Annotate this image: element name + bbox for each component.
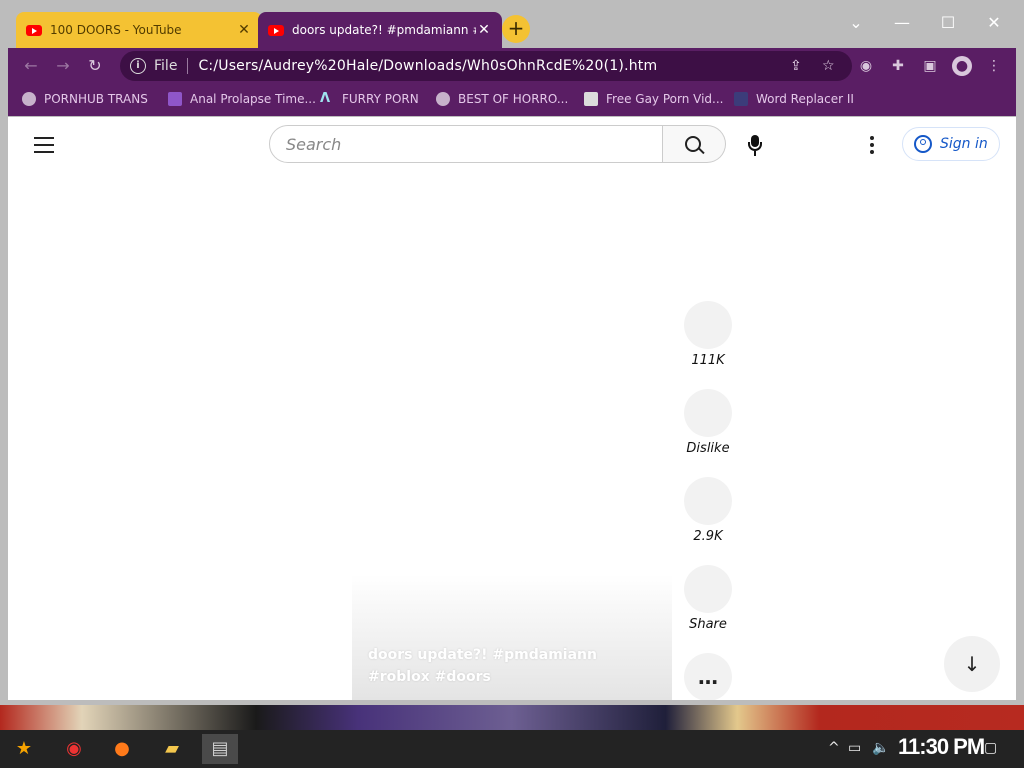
start-button[interactable]: ★ bbox=[6, 734, 42, 764]
account-icon bbox=[914, 135, 932, 153]
microphone-icon[interactable] bbox=[746, 135, 764, 157]
lambda-icon: Λ bbox=[320, 91, 331, 106]
next-video-button[interactable]: ↓ bbox=[944, 636, 1000, 692]
bookmark-label: PORNHUB TRANS bbox=[44, 92, 148, 106]
comment-icon bbox=[684, 477, 732, 525]
file-explorer-icon[interactable]: ▰ bbox=[154, 734, 190, 764]
bookmark-item[interactable]: Anal Prolapse Time... bbox=[168, 92, 316, 106]
notifications-icon[interactable]: ▢ bbox=[984, 740, 997, 756]
close-tab-icon[interactable]: ✕ bbox=[236, 22, 252, 38]
toolbar: ← → ↻ i File C:/Users/Audrey%20Hale/Down… bbox=[8, 48, 1016, 84]
shorts-video-player[interactable]: doors update?! #pmdamiann #roblox #doors bbox=[352, 197, 672, 700]
tab-title: doors update?! #pmdamiann #r bbox=[292, 23, 476, 37]
dislike-icon bbox=[684, 389, 732, 437]
browser-window: 100 DOORS - YouTube ✕ doors update?! #pm… bbox=[0, 0, 1024, 705]
share-icon bbox=[684, 565, 732, 613]
globe-icon bbox=[436, 92, 450, 106]
search-input[interactable]: Search bbox=[269, 125, 663, 163]
close-window-button[interactable]: ✕ bbox=[984, 13, 1004, 32]
settings-menu-icon[interactable] bbox=[870, 136, 874, 157]
more-actions-button[interactable]: … bbox=[684, 653, 732, 700]
bookmark-label: FURRY PORN bbox=[342, 92, 419, 106]
youtube-page: Search Sign in doors update?! #pmdamiann… bbox=[8, 117, 1016, 700]
minimize-button[interactable]: — bbox=[892, 13, 912, 32]
tab-title: 100 DOORS - YouTube bbox=[50, 23, 182, 37]
dislike-button[interactable]: Dislike bbox=[684, 389, 732, 456]
like-button[interactable]: 111K bbox=[684, 301, 732, 368]
profile-icon[interactable]: ● bbox=[952, 56, 972, 76]
menu-icon[interactable]: ⋮ bbox=[984, 56, 1004, 76]
bookmark-item[interactable]: BEST OF HORRO... bbox=[436, 92, 568, 106]
youtube-icon bbox=[26, 24, 42, 36]
maximize-button[interactable]: ☐ bbox=[938, 13, 958, 32]
comment-count: 2.9K bbox=[693, 529, 723, 544]
forward-button[interactable]: → bbox=[52, 55, 74, 77]
arrow-down-icon: ↓ bbox=[963, 652, 981, 676]
new-tab-button[interactable]: + bbox=[502, 15, 530, 43]
bookmark-item[interactable]: Free Gay Porn Vid... bbox=[584, 92, 723, 106]
firefox-icon[interactable]: ● bbox=[104, 734, 140, 764]
system-clock[interactable]: 11:30 PM bbox=[898, 734, 985, 760]
search-icon bbox=[685, 136, 701, 152]
tab-strip: 100 DOORS - YouTube ✕ doors update?! #pm… bbox=[8, 8, 1016, 48]
tab-100-doors[interactable]: 100 DOORS - YouTube ✕ bbox=[16, 12, 262, 48]
bookmark-item[interactable]: Λ FURRY PORN bbox=[320, 91, 419, 107]
info-icon[interactable]: i bbox=[130, 58, 146, 74]
scheme-label: File bbox=[154, 58, 178, 74]
more-icon: … bbox=[684, 653, 732, 700]
side-panel-icon[interactable]: ▣ bbox=[920, 56, 940, 76]
tab-search-chevron-icon[interactable]: ⌄ bbox=[846, 13, 866, 32]
comments-button[interactable]: 2.9K bbox=[684, 477, 732, 544]
video-caption: doors update?! #pmdamiann #roblox #doors bbox=[368, 647, 597, 685]
like-icon bbox=[684, 301, 732, 349]
tab-doors-update[interactable]: doors update?! #pmdamiann #r ✕ bbox=[258, 12, 502, 48]
url-text[interactable]: C:/Users/Audrey%20Hale/Downloads/Wh0sOhn… bbox=[198, 58, 657, 74]
like-count: 111K bbox=[691, 353, 725, 368]
bookmark-label: Anal Prolapse Time... bbox=[190, 92, 316, 106]
network-icon[interactable]: ▭ bbox=[848, 740, 861, 756]
chrome-icon[interactable]: ◉ bbox=[56, 734, 92, 764]
close-tab-icon[interactable]: ✕ bbox=[476, 22, 492, 38]
bookmark-label: Word Replacer II bbox=[756, 92, 854, 106]
bookmark-item[interactable]: PORNHUB TRANS bbox=[22, 92, 148, 106]
extension-icon bbox=[734, 92, 748, 106]
address-bar[interactable]: i File C:/Users/Audrey%20Hale/Downloads/… bbox=[120, 51, 852, 81]
share-button[interactable]: Share bbox=[684, 565, 732, 632]
extension-avatar-icon[interactable]: ◉ bbox=[856, 56, 876, 76]
globe-icon bbox=[22, 92, 36, 106]
reload-button[interactable]: ↻ bbox=[84, 55, 106, 77]
bookmark-icon bbox=[168, 92, 182, 106]
divider bbox=[187, 58, 189, 74]
hamburger-menu-icon[interactable] bbox=[34, 137, 54, 158]
share-label: Share bbox=[689, 617, 727, 632]
sign-in-button[interactable]: Sign in bbox=[902, 127, 1000, 161]
bookmarks-bar: PORNHUB TRANS Anal Prolapse Time... Λ FU… bbox=[8, 84, 1016, 116]
bookmark-item[interactable]: Word Replacer II bbox=[734, 92, 854, 106]
volume-icon[interactable]: 🔈 bbox=[872, 740, 889, 756]
back-button[interactable]: ← bbox=[20, 55, 42, 77]
star-icon[interactable]: ☆ bbox=[822, 58, 835, 74]
puzzle-icon[interactable]: ✚ bbox=[888, 56, 908, 76]
youtube-icon bbox=[268, 24, 284, 36]
taskbar: ★ ◉ ● ▰ ▤ ^ ▭ 🔈 11:30 PM ▢ bbox=[0, 730, 1024, 768]
site-icon bbox=[584, 92, 598, 106]
bookmark-label: BEST OF HORRO... bbox=[458, 92, 569, 106]
show-hidden-icons-icon[interactable]: ^ bbox=[828, 740, 840, 756]
dislike-label: Dislike bbox=[686, 441, 730, 456]
image-viewer-icon[interactable]: ▤ bbox=[202, 734, 238, 764]
bookmark-label: Free Gay Porn Vid... bbox=[606, 92, 724, 106]
desktop-wallpaper bbox=[0, 705, 1024, 730]
search-button[interactable] bbox=[663, 125, 726, 163]
share-icon[interactable]: ⇪ bbox=[790, 58, 802, 74]
sign-in-label: Sign in bbox=[940, 136, 988, 152]
